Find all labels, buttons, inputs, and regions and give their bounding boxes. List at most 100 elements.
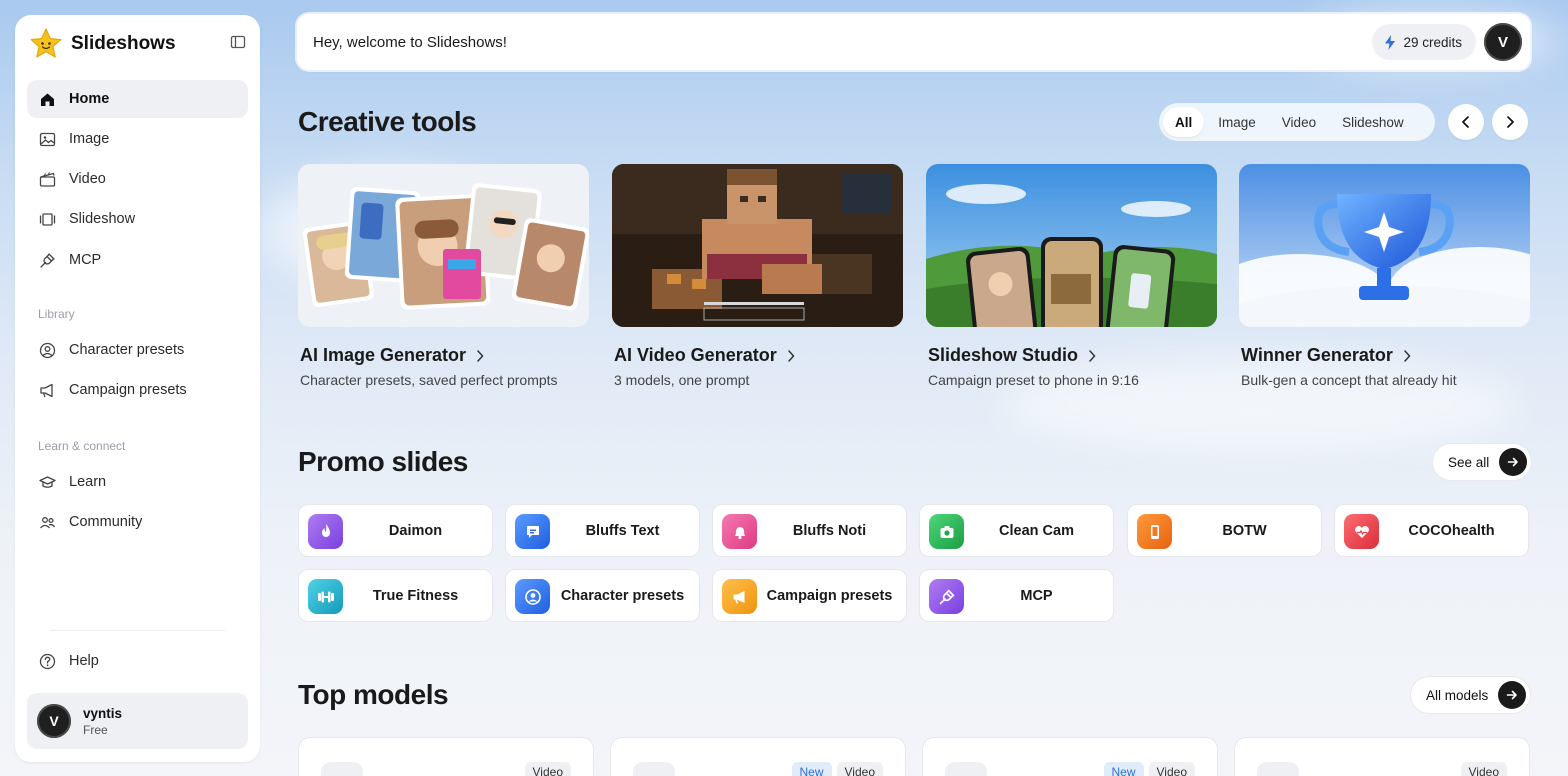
user-circle-icon <box>39 342 56 358</box>
heart-pulse-icon <box>1344 514 1379 549</box>
home-icon <box>41 93 54 106</box>
model-card[interactable]: Video <box>1234 737 1530 776</box>
welcome-message: Hey, welcome to Slideshows! <box>313 33 507 51</box>
model-logo <box>633 762 675 776</box>
tag-video: Video <box>1148 762 1195 776</box>
tool-subtitle: 3 models, one prompt <box>614 372 750 388</box>
filter-slideshow[interactable]: Slideshow <box>1330 107 1416 137</box>
sidebar: Slideshows Home Image Video Slideshow MC… <box>15 15 260 762</box>
chevron-right-icon <box>1404 349 1411 362</box>
sidebar-item-mcp[interactable]: MCP <box>27 241 248 279</box>
sidebar-divider <box>50 630 225 631</box>
avatar: V <box>37 704 71 738</box>
all-models-label: All models <box>1426 687 1489 703</box>
sidebar-item-campaign-presets[interactable]: Campaign presets <box>27 371 248 409</box>
tool-thumbnail <box>612 164 903 327</box>
user-circle-icon <box>515 579 550 614</box>
sidebar-item-label: Community <box>69 514 143 530</box>
tool-title: Winner Generator <box>1241 345 1393 365</box>
arrow-right-icon <box>1499 448 1528 476</box>
chevron-right-icon <box>1089 349 1096 362</box>
flame-icon <box>308 514 343 549</box>
sidebar-item-help[interactable]: Help <box>27 642 248 680</box>
sidebar-item-label: Campaign presets <box>69 382 187 398</box>
promo-item-clean-cam[interactable]: Clean Cam <box>919 504 1114 557</box>
tag-video: Video <box>836 762 883 776</box>
promo-item-cocohealth[interactable]: COCOhealth <box>1334 504 1529 557</box>
message-icon <box>515 514 550 549</box>
all-models-button[interactable]: All models <box>1410 676 1532 714</box>
model-card[interactable]: New Video <box>610 737 906 776</box>
chevron-right-icon <box>1507 116 1514 128</box>
sidebar-item-learn[interactable]: Learn <box>27 463 248 501</box>
model-logo <box>1257 762 1299 776</box>
sidebar-item-slideshow[interactable]: Slideshow <box>27 200 248 238</box>
model-card[interactable]: New Video <box>922 737 1218 776</box>
chevron-right-icon <box>787 349 795 362</box>
carousel-next-button[interactable] <box>1492 104 1528 140</box>
sidebar-item-community[interactable]: Community <box>27 503 248 541</box>
dumbbell-icon <box>308 579 343 614</box>
sidebar-item-label: Slideshow <box>69 211 136 227</box>
section-title-promo-slides: Promo slides <box>298 446 468 477</box>
tool-card-ai-video-generator[interactable]: AI Video Generator 3 models, one prompt <box>612 164 903 388</box>
sidebar-item-label: Home <box>69 91 110 107</box>
model-card[interactable]: Video <box>298 737 594 776</box>
tool-title: AI Image Generator <box>300 345 467 365</box>
model-logo <box>945 762 987 776</box>
credits-badge[interactable]: 29 credits <box>1372 24 1476 60</box>
tool-thumbnail <box>926 164 1217 327</box>
tool-card-ai-image-generator[interactable]: AI Image Generator Character presets, sa… <box>298 164 589 388</box>
camera-icon <box>929 514 964 549</box>
section-label-library: Library <box>38 307 75 321</box>
tool-card-slideshow-studio[interactable]: Slideshow Studio Campaign preset to phon… <box>926 164 1217 388</box>
sidebar-toggle-icon[interactable] <box>230 34 246 50</box>
tool-card-winner-generator[interactable]: Winner Generator Bulk-gen a concept that… <box>1239 164 1530 388</box>
avatar[interactable]: V <box>1484 23 1522 61</box>
help-circle-icon <box>39 653 56 669</box>
filter-video[interactable]: Video <box>1270 107 1328 137</box>
image-icon <box>39 132 56 146</box>
section-title-creative-tools: Creative tools <box>298 106 477 137</box>
tag-video: Video <box>524 762 571 776</box>
promo-item-character-presets[interactable]: Character presets <box>505 569 700 622</box>
carousel-prev-button[interactable] <box>1448 104 1484 140</box>
filter-all[interactable]: All <box>1163 107 1205 137</box>
see-all-button[interactable]: See all <box>1432 443 1533 481</box>
promo-item-campaign-presets[interactable]: Campaign presets <box>712 569 907 622</box>
tool-filter-group: All Image Video Slideshow <box>1159 103 1435 141</box>
model-logo <box>321 762 363 776</box>
sidebar-item-label: Image <box>69 131 110 147</box>
brand[interactable]: Slideshows <box>29 27 176 61</box>
sidebar-item-image[interactable]: Image <box>27 120 248 158</box>
credits-count: 29 credits <box>1403 34 1462 50</box>
sidebar-item-video[interactable]: Video <box>27 160 248 198</box>
phones-landscape-illustration <box>926 164 1217 327</box>
promo-item-bluffs-text[interactable]: Bluffs Text <box>505 504 700 557</box>
tool-thumbnail <box>298 164 589 327</box>
promo-item-mcp[interactable]: MCP <box>919 569 1114 622</box>
tag-new: New <box>791 762 832 776</box>
user-name: vyntis <box>83 705 123 721</box>
user-account-card[interactable]: V vyntis Free <box>27 693 248 749</box>
phone-icon <box>1137 514 1172 549</box>
promo-item-true-fitness[interactable]: True Fitness <box>298 569 493 622</box>
sidebar-item-label: Character presets <box>69 342 185 358</box>
sidebar-item-label: MCP <box>69 252 102 268</box>
filter-image[interactable]: Image <box>1206 107 1268 137</box>
sidebar-item-character-presets[interactable]: Character presets <box>27 331 248 369</box>
lightning-icon <box>1385 34 1396 50</box>
clapperboard-icon <box>39 171 56 187</box>
promo-item-daimon[interactable]: Daimon <box>298 504 493 557</box>
chevron-right-icon <box>477 349 484 362</box>
megaphone-icon <box>40 383 53 397</box>
tool-title: AI Video Generator <box>614 345 777 365</box>
section-title-top-models: Top models <box>298 679 449 710</box>
sidebar-item-home[interactable]: Home <box>27 80 248 118</box>
promo-item-botw[interactable]: BOTW <box>1127 504 1322 557</box>
megaphone-icon <box>722 579 757 614</box>
tool-thumbnail <box>1239 164 1530 327</box>
promo-item-bluffs-noti[interactable]: Bluffs Noti <box>712 504 907 557</box>
user-plan: Free <box>83 722 108 737</box>
tag-video: Video <box>1460 762 1507 776</box>
